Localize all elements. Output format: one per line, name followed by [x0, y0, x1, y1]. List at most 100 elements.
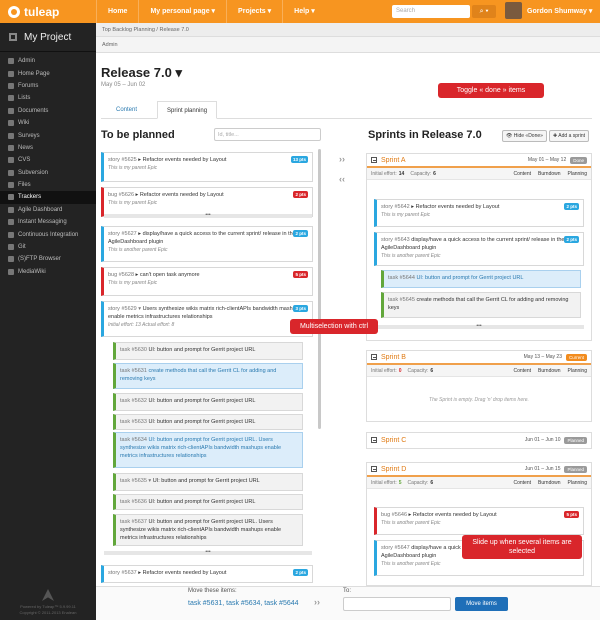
agile-dashboard-icon	[8, 206, 14, 213]
sprint-item[interactable]: story #5643 display/have a quick access …	[374, 232, 584, 266]
planning-link[interactable]: Planning	[568, 171, 587, 177]
points-badge: 2 pts	[293, 569, 308, 576]
sidebar-item-instant-messaging[interactable]: Instant Messaging	[0, 216, 96, 228]
sidebar-footer: Powered by Tuleap™ 5.9.99.11 Copyright ©…	[0, 589, 96, 616]
task-item[interactable]: task #5635 ▾ UI: button and prompt for G…	[113, 473, 303, 491]
sprint-header[interactable]: Sprint B May 13 – May 23 Current	[367, 351, 591, 365]
nav-projects[interactable]: Projects ▾	[226, 0, 282, 23]
content-link[interactable]: Content	[514, 171, 532, 177]
sidebar-item-mediawiki[interactable]: MediaWiki	[0, 266, 96, 278]
empty-sprint-message: The Sprint is empty. Drag 'n' drop items…	[429, 397, 529, 403]
sidebar-item-cvs[interactable]: CVS	[0, 154, 96, 166]
sidebar-item-subversion[interactable]: Subversion	[0, 167, 96, 179]
task-item[interactable]: task #5637 UI: button and prompt for Ger…	[113, 514, 303, 546]
nav-my-personal-page[interactable]: My personal page ▾	[138, 0, 226, 23]
tabs: Content Sprint planning	[101, 101, 592, 119]
backlog-item[interactable]: story #5637 ▸ Refactor events needed by …	[101, 565, 313, 583]
filter-input[interactable]: Id, title...	[214, 128, 321, 141]
nav-help[interactable]: Help ▾	[282, 0, 326, 23]
move-items-button[interactable]: Move items	[455, 597, 508, 611]
sidebar-item-forums[interactable]: Forums	[0, 80, 96, 92]
sprint-item[interactable]: bug #5646 ▸ Refactor events needed by La…	[374, 507, 584, 535]
burndown-link[interactable]: Burndown	[538, 368, 561, 374]
sprint-panel-c: Sprint C Jun 01 – Jun 10 Planned	[366, 432, 592, 449]
sprint-info: Initial effort: 14 Capacity: 6 Content Burnd…	[367, 168, 591, 180]
task-item[interactable]: task #5632 UI: button and prompt for Ger…	[113, 393, 303, 411]
sidebar-item-home-page[interactable]: Home Page	[0, 67, 96, 79]
task-item[interactable]: task #5633 UI: button and prompt for Ger…	[113, 414, 303, 430]
backlog-item[interactable]: story #5629 ▾ Users synthesize wikis mat…	[101, 301, 313, 337]
expand-handle[interactable]: •••	[104, 550, 312, 555]
status-badge: Done	[570, 156, 587, 164]
sidebar-item-files[interactable]: Files	[0, 179, 96, 191]
sidebar-item-news[interactable]: News	[0, 142, 96, 154]
task-item[interactable]: task #5630 UI: button and prompt for Ger…	[113, 342, 303, 360]
content-link[interactable]: Content	[514, 480, 532, 486]
logo-icon	[8, 5, 20, 18]
callout-slide-up: Slide up when several items are selected	[462, 535, 582, 559]
breadcrumb[interactable]: Top Backlog Planning / Release 7.0	[96, 23, 600, 37]
burndown-link[interactable]: Burndown	[538, 480, 561, 486]
task-item-selected[interactable]: task #5634 UI: button and prompt for Ger…	[113, 432, 303, 468]
sidebar-item-surveys[interactable]: Surveys	[0, 129, 96, 141]
planning-link[interactable]: Planning	[568, 368, 587, 374]
project-title[interactable]: My Project	[0, 23, 96, 52]
status-badge: Planned	[564, 465, 587, 473]
nav-home[interactable]: Home	[96, 0, 138, 23]
trackers-icon	[8, 194, 14, 201]
task-item-selected[interactable]: task #5631 create methods that call the …	[113, 363, 303, 389]
sftp-icon	[8, 256, 14, 263]
tab-sprint-planning[interactable]: Sprint planning	[157, 101, 218, 119]
backlog-scrollbar[interactable]	[318, 149, 321, 429]
task-item[interactable]: task #5645 create methods that call the …	[381, 292, 581, 318]
sprint-item[interactable]: story #5642 ▸ Refactor events needed by …	[374, 199, 584, 227]
task-item[interactable]: task #5636 UI: button and prompt for Ger…	[113, 494, 303, 510]
collapse-icon[interactable]	[371, 466, 377, 472]
sidebar-item-documents[interactable]: Documents	[0, 105, 96, 117]
add-sprint-button[interactable]: ✚ Add a sprint	[549, 130, 589, 142]
admin-bar[interactable]: Admin	[96, 37, 600, 53]
backlog-item[interactable]: bug #5628 ▸ can't open task anymore This…	[101, 267, 313, 296]
collapse-icon[interactable]	[371, 437, 377, 443]
tuleap-logo[interactable]: tuleap	[0, 0, 96, 23]
content-link[interactable]: Content	[514, 368, 532, 374]
callout-multiselection: Multiselection with ctrl	[290, 319, 378, 334]
task-item-selected[interactable]: task #5644 UI: button and prompt for Ger…	[381, 270, 581, 288]
collapse-icon[interactable]	[371, 354, 377, 360]
sidebar-item-lists[interactable]: Lists	[0, 92, 96, 104]
home-icon	[8, 70, 14, 77]
sidebar-item-sftp-browser[interactable]: (S)FTP Browser	[0, 253, 96, 265]
sidebar-item-agile-dashboard[interactable]: Agile Dashboard	[0, 204, 96, 216]
collapse-icon[interactable]	[371, 157, 377, 163]
move-right-icon[interactable]: ››	[339, 154, 345, 164]
points-badge: 13 pts	[290, 156, 308, 163]
files-icon	[8, 182, 14, 189]
sidebar-item-git[interactable]: Git	[0, 241, 96, 253]
wiki-icon	[8, 120, 14, 127]
backlog-item[interactable]: story #5625 ▸ Refactor events needed by …	[101, 152, 313, 182]
move-left-icon[interactable]: ‹‹	[339, 174, 345, 184]
backlog-item[interactable]: story #5627 ▸ display/have a quick acces…	[101, 226, 313, 262]
sidebar-item-continuous-integration[interactable]: Continuous Integration	[0, 228, 96, 240]
points-badge: 2 pts	[293, 230, 308, 237]
search-input[interactable]: Search	[392, 5, 470, 18]
selected-items-list[interactable]: task #5631, task #5634, task #5644	[188, 600, 299, 607]
sprint-header[interactable]: Sprint A May 01 – May 12 Done	[367, 154, 591, 168]
sidebar-item-admin[interactable]: Admin	[0, 55, 96, 67]
burndown-link[interactable]: Burndown	[538, 171, 561, 177]
user-menu[interactable]: Gordon Shumway ▾	[505, 2, 592, 19]
points-badge: 2 pts	[564, 203, 579, 210]
sidebar-item-wiki[interactable]: Wiki	[0, 117, 96, 129]
sidebar-item-trackers[interactable]: Trackers	[0, 191, 96, 204]
tab-content[interactable]: Content	[107, 101, 146, 119]
sprint-info: Initial effort: 5 Capacity: 6 Content Burndo…	[367, 477, 591, 489]
sprint-header[interactable]: Sprint C Jun 01 – Jun 10 Planned	[367, 433, 591, 447]
expand-handle[interactable]: •••	[104, 213, 312, 218]
sprint-header[interactable]: Sprint D Jun 01 – Jun 15 Planned	[367, 463, 591, 477]
move-target-input[interactable]	[343, 597, 451, 611]
expand-handle[interactable]: •••	[374, 324, 584, 329]
page-title[interactable]: Release 7.0 ▾	[101, 65, 182, 81]
hide-done-button[interactable]: 👁 Hide «Done»	[502, 130, 547, 142]
search-button[interactable]: ⌕ ▾	[472, 5, 496, 18]
planning-link[interactable]: Planning	[568, 480, 587, 486]
